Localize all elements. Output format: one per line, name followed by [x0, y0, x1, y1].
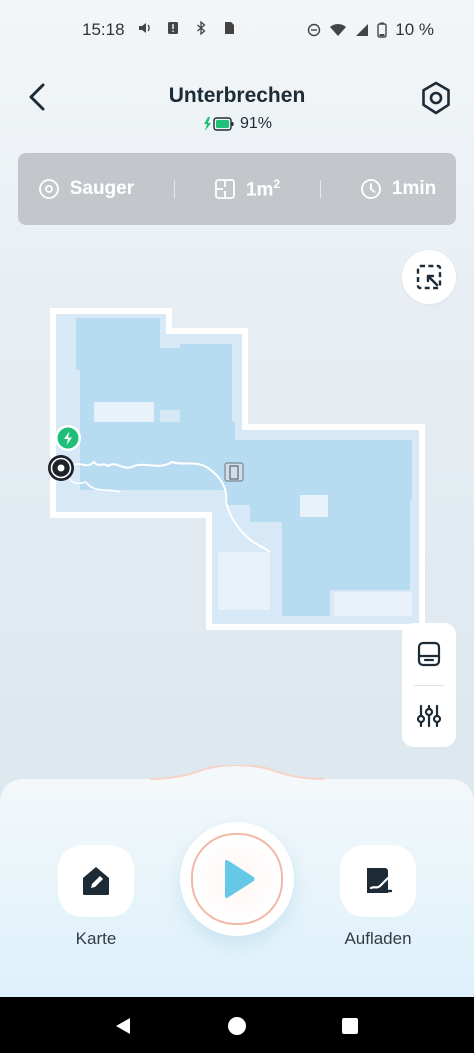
room-6 — [334, 592, 412, 616]
start-cleaning-button[interactable] — [180, 822, 294, 936]
cleaning-map[interactable] — [0, 290, 474, 650]
battery-charging-icon — [203, 117, 234, 131]
save-map-button[interactable] — [402, 623, 456, 685]
map-tool-panel — [402, 623, 456, 747]
dock-charge-icon — [367, 868, 393, 893]
settings-button[interactable] — [418, 80, 454, 116]
cleaning-settings-button[interactable] — [402, 685, 456, 747]
status-bar: 15:18 10 % — [0, 0, 474, 60]
nav-recents-icon[interactable] — [342, 1018, 358, 1034]
room-5 — [218, 552, 270, 610]
cleaning-mode-label: Sauger — [69, 178, 135, 199]
recharge-label: Aufladen — [344, 929, 412, 948]
signal-icon — [356, 24, 369, 36]
map-edit-button[interactable] — [58, 845, 134, 917]
nav-home-icon[interactable] — [228, 1017, 246, 1035]
nav-back-icon[interactable] — [114, 1017, 132, 1035]
select-area-icon — [416, 264, 442, 290]
area-icon — [215, 179, 235, 199]
robot-battery: 91% — [0, 115, 474, 133]
cleaning-mode: Sauger — [38, 178, 134, 200]
sim-icon — [225, 22, 234, 34]
divider — [319, 180, 321, 198]
home-edit-icon — [83, 867, 109, 895]
vacuum-mode-icon — [38, 179, 59, 199]
status-time: 15:18 — [82, 20, 125, 39]
map-edit-label: Karte — [75, 929, 117, 948]
cleaning-time: 1min — [360, 178, 436, 200]
clock-icon — [361, 179, 381, 199]
cleaned-area: 1m2 — [214, 177, 280, 201]
wifi-icon — [330, 24, 347, 36]
cleaning-time-value: 1min — [391, 178, 437, 199]
play-icon — [225, 860, 255, 898]
bluetooth-icon — [197, 20, 206, 36]
room-7 — [94, 402, 154, 422]
cleaned-area-value: 1m2 — [245, 176, 281, 201]
settings-gear-icon — [422, 81, 450, 115]
page-title: Unterbrechen — [168, 84, 306, 107]
dnd-icon — [308, 23, 321, 37]
divider — [173, 180, 175, 198]
sound-icon — [139, 23, 150, 33]
robot-battery-value: 91% — [239, 115, 273, 132]
room-4 — [300, 495, 328, 517]
sliders-icon — [416, 705, 442, 728]
alert-icon — [168, 22, 178, 34]
battery-low-icon — [377, 22, 387, 38]
dustbin-station-icon — [417, 641, 441, 666]
status-battery-percent: 10 % — [395, 20, 434, 39]
cleaning-info-bar: Sauger 1m2 1min — [18, 153, 456, 225]
recharge-button[interactable] — [340, 845, 416, 917]
room-3 — [180, 344, 232, 432]
